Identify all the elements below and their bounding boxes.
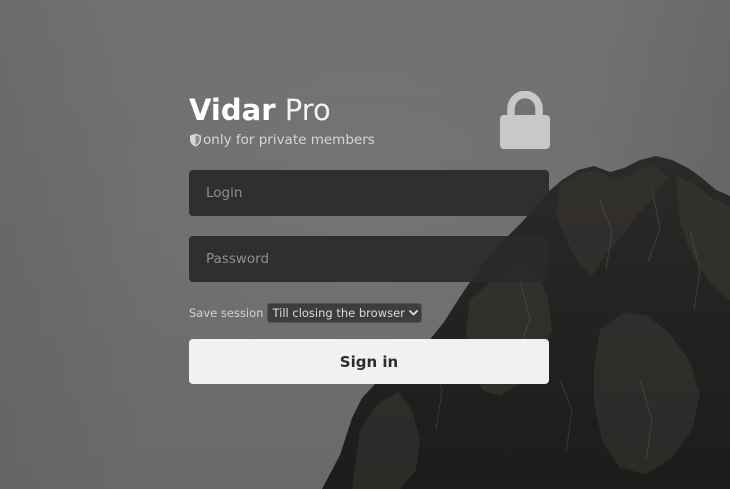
lock-icon xyxy=(500,91,550,149)
shield-icon xyxy=(190,133,201,147)
save-session-label: Save session xyxy=(189,305,264,320)
save-session-select[interactable]: Till closing the browser xyxy=(267,302,422,323)
brand-name-bold: Vidar xyxy=(189,93,276,127)
password-input[interactable] xyxy=(189,236,549,282)
brand-title: Vidar Pro xyxy=(189,92,331,128)
sign-in-button[interactable]: Sign in xyxy=(189,339,549,384)
tagline-text: only for private members xyxy=(203,132,375,148)
chevron-down-icon xyxy=(408,310,418,316)
save-session-value: Till closing the browser xyxy=(272,305,405,320)
save-session-row: Save session Till closing the browser xyxy=(189,302,422,323)
login-input[interactable] xyxy=(189,170,549,216)
brand-tagline: only for private members xyxy=(189,130,375,150)
brand-name-light: Pro xyxy=(284,93,331,127)
